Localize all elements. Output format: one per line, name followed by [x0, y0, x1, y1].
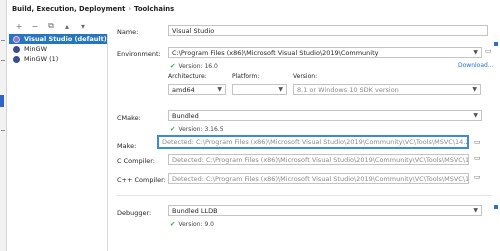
cmake-value: Bundled [172, 111, 199, 120]
move-up-icon[interactable]: ▴ [62, 21, 72, 31]
debugger-version-text: Version: 9.0 [178, 220, 214, 228]
platform-select[interactable]: ▼ [232, 84, 287, 95]
toolchain-item-mingw-1[interactable]: MinGW (1) [9, 54, 107, 64]
chevron-down-icon: ▼ [473, 112, 478, 119]
chevron-down-icon: ▼ [472, 86, 477, 93]
name-label: Name: [117, 28, 139, 36]
cpp-compiler-value: Detected: C:\Program Files (x86)\Microso… [172, 174, 469, 183]
folder-icon[interactable]: ▭ [474, 138, 481, 146]
window-edge-indicator [494, 42, 498, 46]
sdk-version-value: 8.1 or Windows 10 SDK version [297, 85, 399, 94]
chevron-down-icon: ▼ [473, 207, 478, 214]
make-path-value: Detected: C:\Program Files (x86)\Microso… [162, 138, 467, 146]
visual-studio-icon [13, 35, 20, 43]
chevron-down-icon: ▼ [217, 86, 222, 93]
toolchain-settings-panel: Name: Visual Studio Environment: C:\Prog… [110, 18, 500, 251]
folder-icon[interactable]: ▭ [474, 154, 481, 162]
breadcrumb-current: Toolchains [134, 5, 175, 13]
cmake-label: CMake: [117, 114, 141, 122]
nav-marker [1, 60, 5, 61]
make-label: Make: [117, 142, 137, 150]
toolchains-toolbar: + − ⧉ ▴ ▾ [14, 21, 88, 31]
environment-version: ✔ Version: 16.0 [170, 62, 218, 70]
environment-value: C:\Program Files (x86)\Microsoft Visual … [172, 48, 379, 57]
add-icon[interactable]: + [14, 21, 24, 31]
make-path-field[interactable]: Detected: C:\Program Files (x86)\Microso… [157, 135, 469, 149]
remove-icon[interactable]: − [30, 21, 40, 31]
nav-selection-indicator [0, 95, 4, 107]
check-icon: ✔ [170, 220, 176, 228]
cmake-version: ✔ Version: 3.16.5 [170, 125, 224, 133]
toolchain-item-visual-studio[interactable]: Visual Studio (default) [9, 34, 107, 44]
settings-nav-strip [0, 0, 7, 251]
c-compiler-label: C Compiler: [117, 157, 155, 165]
environment-version-text: Version: 16.0 [178, 62, 218, 70]
name-value: Visual Studio [172, 26, 215, 35]
c-compiler-value: Detected: C:\Program Files (x86)\Microso… [172, 155, 469, 164]
architecture-value: amd64 [172, 85, 195, 94]
version-label: Version: [293, 73, 318, 80]
chevron-down-icon: ▼ [473, 49, 478, 56]
sdk-version-select[interactable]: 8.1 or Windows 10 SDK version ▼ [293, 84, 481, 95]
architecture-label: Architecture: [168, 73, 207, 80]
cpp-compiler-label: C++ Compiler: [117, 176, 166, 184]
folder-icon[interactable]: ▭ [485, 47, 492, 55]
download-link[interactable]: Download... [458, 62, 494, 69]
cpp-compiler-field[interactable]: Detected: C:\Program Files (x86)\Microso… [168, 173, 469, 184]
platform-label: Platform: [232, 73, 260, 80]
nav-marker [1, 130, 5, 131]
environment-select[interactable]: C:\Program Files (x86)\Microsoft Visual … [168, 47, 482, 58]
toolchain-item-label: MinGW (1) [24, 55, 59, 63]
environment-label: Environment: [117, 50, 161, 58]
check-icon: ✔ [170, 125, 176, 133]
breadcrumb-parent[interactable]: Build, Execution, Deployment [12, 5, 125, 13]
gnu-icon [13, 45, 20, 53]
toolchain-list: Visual Studio (default) MinGW MinGW (1) [9, 34, 108, 251]
move-down-icon[interactable]: ▾ [78, 21, 88, 31]
cmake-version-text: Version: 3.16.5 [178, 125, 224, 133]
breadcrumb: Build, Execution, Deployment › Toolchains [12, 5, 174, 13]
copy-icon[interactable]: ⧉ [46, 21, 56, 31]
toolchain-item-mingw[interactable]: MinGW [9, 44, 107, 54]
toolchain-item-label: Visual Studio (default) [24, 35, 107, 43]
debugger-label: Debugger: [117, 209, 152, 217]
architecture-select[interactable]: amd64 ▼ [168, 84, 226, 95]
debugger-value: Bundled LLDB [172, 206, 218, 215]
c-compiler-field[interactable]: Detected: C:\Program Files (x86)\Microso… [168, 154, 469, 165]
section-divider [116, 195, 492, 196]
breadcrumb-separator: › [128, 5, 132, 13]
debugger-select[interactable]: Bundled LLDB ▼ [168, 205, 482, 216]
check-icon: ✔ [170, 62, 176, 70]
debugger-version: ✔ Version: 9.0 [170, 220, 214, 228]
cmake-select[interactable]: Bundled ▼ [168, 110, 482, 121]
chevron-down-icon: ▼ [278, 86, 283, 93]
nav-marker [1, 40, 5, 41]
toolchain-item-label: MinGW [24, 45, 47, 53]
folder-icon[interactable]: ▭ [474, 173, 481, 181]
gnu-icon [13, 55, 20, 63]
window-edge-indicator [494, 205, 498, 209]
name-field[interactable]: Visual Studio [168, 25, 488, 36]
